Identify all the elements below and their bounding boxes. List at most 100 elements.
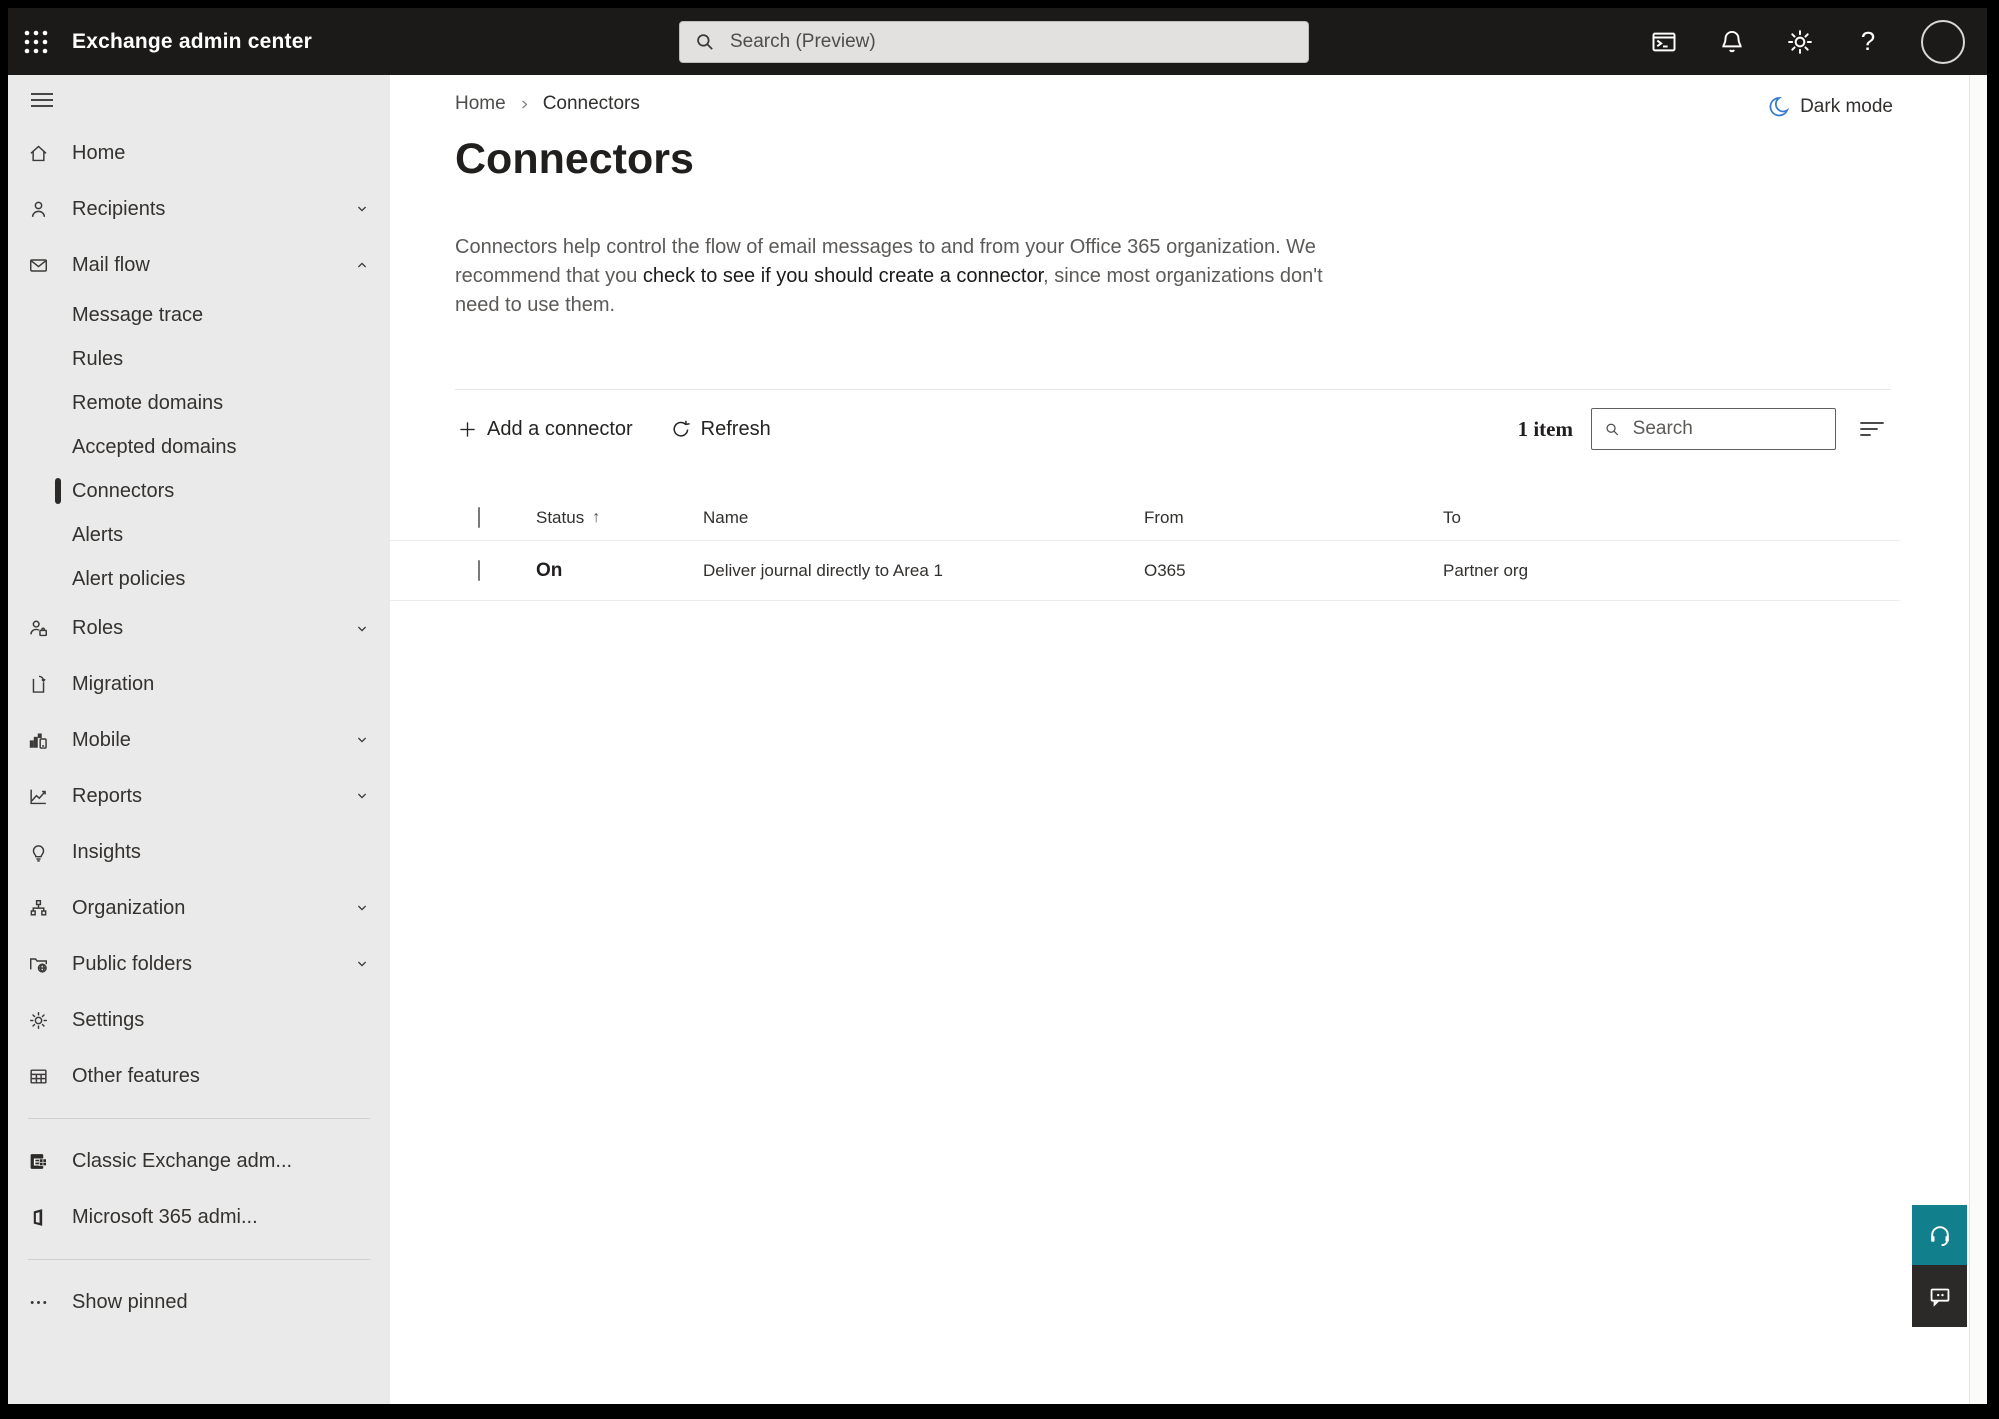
app-title: Exchange admin center: [72, 29, 312, 53]
main-content: Home Connectors Dark mode Connectors Con…: [390, 75, 1969, 1404]
search-icon: [697, 34, 713, 50]
dark-mode-label: Dark mode: [1800, 95, 1893, 117]
sidebar-item-label: Show pinned: [72, 1290, 188, 1313]
mail-icon: [29, 258, 48, 272]
sidebar-nav: Home Recipients Mail flow Message trace …: [8, 75, 390, 1404]
sidebar-item-public-folders[interactable]: Public folders: [8, 936, 390, 992]
chevron-down-icon: [357, 206, 367, 212]
table-grid-icon: [30, 1068, 47, 1084]
app-frame: Exchange admin center Search (Preview) ?…: [0, 0, 1999, 1419]
feedback-button[interactable]: [1912, 1265, 1967, 1327]
scrollbar-track[interactable]: [1969, 75, 1987, 1404]
account-avatar[interactable]: [1921, 19, 1965, 64]
sidebar-item-organization[interactable]: Organization: [8, 880, 390, 936]
sidebar-item-label: Alert policies: [72, 567, 186, 590]
filter-button[interactable]: [1852, 409, 1892, 449]
sidebar-item-mobile[interactable]: Mobile: [8, 712, 390, 768]
refresh-icon: [673, 420, 690, 437]
settings-button[interactable]: [1785, 27, 1815, 57]
org-tree-icon: [30, 899, 47, 916]
column-header-name[interactable]: Name: [703, 508, 1144, 528]
sidebar-item-microsoft-365-admin[interactable]: Microsoft 365 admi...: [8, 1189, 390, 1245]
sidebar-item-label: Mobile: [72, 728, 131, 751]
sidebar-item-settings[interactable]: Settings: [8, 992, 390, 1048]
waffle-icon: [24, 30, 48, 53]
list-search-box[interactable]: [1591, 408, 1836, 450]
sidebar-item-mail-flow[interactable]: Mail flow: [8, 237, 390, 293]
notifications-button[interactable]: [1717, 27, 1747, 57]
sidebar-item-connectors[interactable]: Connectors: [8, 469, 390, 513]
sidebar-item-label: Rules: [72, 347, 124, 370]
moon-icon: [1769, 97, 1790, 117]
sidebar-item-label: Migration: [72, 672, 155, 695]
sidebar-divider: [28, 1118, 370, 1119]
sidebar-item-accepted-domains[interactable]: Accepted domains: [8, 425, 390, 469]
sidebar-item-label: Insights: [72, 840, 141, 863]
sidebar-item-label: Mail flow: [72, 253, 150, 276]
sidebar-item-classic-exchange-admin[interactable]: E Classic Exchange adm...: [8, 1133, 390, 1189]
sidebar-item-label: Settings: [72, 1008, 145, 1031]
help-icon: ?: [1860, 26, 1876, 56]
sidebar-item-remote-domains[interactable]: Remote domains: [8, 381, 390, 425]
chevron-right-icon: [521, 99, 528, 109]
connectors-table: Status ↑ Name From To On Deliver journal…: [390, 495, 1900, 601]
sidebar-item-insights[interactable]: Insights: [8, 824, 390, 880]
page-title: Connectors: [455, 135, 694, 183]
sidebar-item-migration[interactable]: Migration: [8, 656, 390, 712]
sidebar-item-label: Microsoft 365 admi...: [72, 1205, 258, 1228]
select-all-checkbox[interactable]: [478, 506, 480, 528]
sidebar-item-label: Other features: [72, 1064, 200, 1087]
refresh-button[interactable]: Refresh: [663, 412, 779, 447]
item-count: 1 item: [1517, 416, 1573, 441]
column-header-status[interactable]: Status ↑: [536, 508, 703, 528]
selected-indicator: [55, 478, 61, 504]
sidebar-item-other-features[interactable]: Other features: [8, 1048, 390, 1104]
add-connector-label: Add a connector: [487, 417, 633, 440]
global-search-box[interactable]: [679, 21, 1309, 63]
sidebar-item-home[interactable]: Home: [8, 125, 390, 181]
list-search-input[interactable]: [1630, 417, 1823, 441]
nav-collapse-button[interactable]: [8, 75, 390, 125]
create-connector-check-link[interactable]: check to see if you should create a conn…: [643, 265, 1043, 287]
sidebar-item-rules[interactable]: Rules: [8, 337, 390, 381]
sidebar-item-reports[interactable]: Reports: [8, 768, 390, 824]
headset-icon: [1930, 1226, 1949, 1247]
table-row[interactable]: On Deliver journal directly to Area 1 O3…: [390, 541, 1900, 601]
sidebar-item-show-pinned[interactable]: Show pinned: [8, 1274, 390, 1330]
chevron-down-icon: [357, 626, 367, 632]
powershell-button[interactable]: [1649, 27, 1679, 57]
sidebar-item-label: Remote domains: [72, 391, 224, 414]
help-button[interactable]: ?: [1853, 26, 1883, 57]
plus-icon: [460, 421, 475, 437]
column-header-from[interactable]: From: [1144, 508, 1443, 528]
sidebar-item-message-trace[interactable]: Message trace: [8, 293, 390, 337]
person-icon: [31, 201, 46, 217]
sidebar-item-label: Message trace: [72, 303, 204, 326]
lightbulb-icon: [32, 844, 45, 862]
chevron-down-icon: [357, 793, 367, 799]
sidebar-item-alerts[interactable]: Alerts: [8, 513, 390, 557]
folder-globe-icon: [29, 957, 48, 973]
dark-mode-toggle[interactable]: Dark mode: [1767, 95, 1893, 118]
sidebar-item-label: Connectors: [72, 479, 175, 502]
line-chart-icon: [30, 789, 46, 804]
breadcrumb-home-link[interactable]: Home: [455, 93, 506, 115]
bell-icon: [1722, 30, 1742, 52]
sidebar-item-alert-policies[interactable]: Alert policies: [8, 557, 390, 601]
sidebar-item-label: Alerts: [72, 523, 124, 546]
filter-icon: [1860, 422, 1884, 436]
sidebar-divider: [28, 1259, 370, 1260]
cell-name[interactable]: Deliver journal directly to Area 1: [703, 561, 1144, 581]
refresh-label: Refresh: [700, 417, 771, 440]
column-header-to[interactable]: To: [1443, 508, 1900, 528]
app-launcher-button[interactable]: [8, 8, 64, 75]
chevron-down-icon: [357, 961, 367, 967]
chevron-down-icon: [357, 737, 367, 743]
section-divider: [455, 389, 1891, 390]
sidebar-item-roles[interactable]: Roles: [8, 601, 390, 656]
row-checkbox[interactable]: [478, 559, 480, 581]
sidebar-item-recipients[interactable]: Recipients: [8, 181, 390, 237]
support-button[interactable]: [1912, 1205, 1967, 1265]
global-search-input[interactable]: [728, 30, 1294, 54]
add-connector-button[interactable]: Add a connector: [450, 412, 641, 447]
